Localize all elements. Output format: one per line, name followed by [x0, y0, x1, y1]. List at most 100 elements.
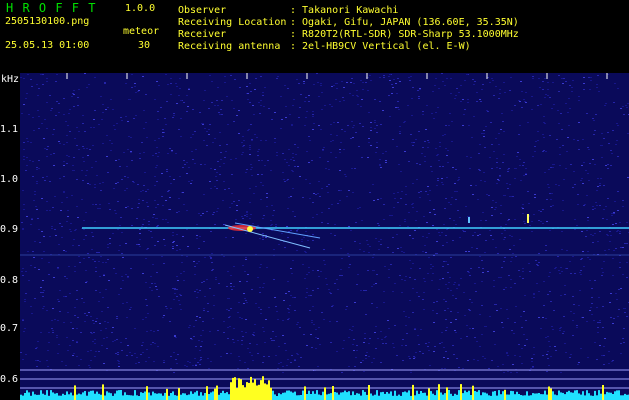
power-bar [514, 394, 516, 400]
power-bar [200, 392, 202, 400]
power-bar [412, 384, 414, 400]
power-bar [304, 386, 306, 400]
power-bar [22, 395, 24, 400]
power-bar [586, 390, 588, 400]
power-bar [502, 391, 504, 400]
field-label-antenna: Receiving antenna [178, 41, 281, 52]
power-bar [330, 393, 332, 400]
power-bar [250, 376, 252, 400]
power-bar [436, 390, 438, 400]
power-bar [576, 390, 578, 400]
power-bar [208, 394, 210, 400]
power-bar [354, 394, 356, 400]
power-bar [172, 391, 174, 400]
power-bar [124, 392, 126, 400]
power-bar [552, 391, 554, 400]
power-bar [360, 395, 362, 400]
power-bar [500, 394, 502, 400]
power-bar [94, 393, 96, 400]
power-bar [336, 392, 338, 400]
power-bar [592, 395, 594, 400]
power-bar [154, 393, 156, 400]
meteor-label: meteor [123, 26, 160, 37]
power-bar [546, 394, 548, 400]
power-bar [520, 395, 522, 400]
power-bar [54, 393, 56, 400]
power-bar [426, 395, 428, 400]
power-bar [408, 390, 410, 400]
power-bar [344, 390, 346, 400]
power-bar [134, 390, 136, 400]
power-bar [68, 394, 70, 400]
y-tick-label: 0.9 [0, 224, 19, 235]
power-bar [34, 394, 36, 400]
power-bar [578, 393, 580, 400]
power-bar [434, 395, 436, 400]
power-bar [524, 395, 526, 400]
power-bar [24, 393, 26, 400]
power-bar [156, 393, 158, 400]
power-bar [308, 390, 310, 400]
power-bar [86, 395, 88, 400]
power-bar [214, 388, 216, 400]
power-bar [288, 390, 290, 400]
signal-spike [527, 214, 529, 223]
power-bar [112, 395, 114, 400]
power-bar [374, 394, 376, 400]
app-title: H R O F F T [6, 1, 97, 15]
power-bar [314, 393, 316, 400]
power-bar [558, 390, 560, 400]
power-bar [418, 393, 420, 400]
power-bar [366, 394, 368, 400]
power-bar [114, 393, 116, 400]
power-bar [118, 390, 120, 400]
power-bar [192, 393, 194, 400]
power-bar [480, 395, 482, 400]
power-bar [146, 386, 148, 400]
power-bar [572, 392, 574, 400]
power-bar [452, 395, 454, 400]
power-bar [424, 392, 426, 400]
power-bar [370, 393, 372, 400]
spectrogram-svg [20, 73, 629, 400]
power-bar [588, 393, 590, 400]
power-bar [540, 394, 542, 400]
power-bar [166, 388, 168, 400]
power-bar [410, 395, 412, 400]
power-bar [626, 394, 628, 400]
power-bar [242, 385, 244, 400]
power-bar [108, 392, 110, 400]
y-tick-label: 1.0 [0, 174, 19, 185]
power-bar [600, 393, 602, 400]
power-bar [256, 385, 258, 400]
power-bar [556, 395, 558, 400]
field-label-location: Receiving Location [178, 17, 287, 28]
power-bar [376, 390, 378, 400]
spectrogram-plot [20, 73, 629, 400]
power-bar [614, 391, 616, 400]
power-bar [494, 391, 496, 400]
power-bar [148, 392, 150, 400]
power-bar [48, 395, 50, 400]
app-version: 1.0.0 [125, 3, 156, 14]
power-bar [510, 390, 512, 400]
power-bar [28, 392, 30, 400]
power-bar [88, 391, 90, 400]
power-bar [64, 394, 66, 400]
power-bar [608, 392, 610, 400]
power-bar [268, 380, 270, 400]
power-bar [128, 395, 130, 400]
power-bar [72, 395, 74, 400]
power-bar [92, 390, 94, 400]
power-bar [78, 393, 80, 400]
power-bar [236, 388, 238, 400]
power-bar [464, 390, 466, 400]
power-bar [100, 394, 102, 400]
power-bar [568, 390, 570, 400]
power-bar [624, 393, 626, 400]
power-bar [212, 391, 214, 400]
power-bar [346, 392, 348, 400]
power-bar [554, 394, 556, 400]
power-bar [104, 395, 106, 400]
power-bar [248, 382, 250, 400]
